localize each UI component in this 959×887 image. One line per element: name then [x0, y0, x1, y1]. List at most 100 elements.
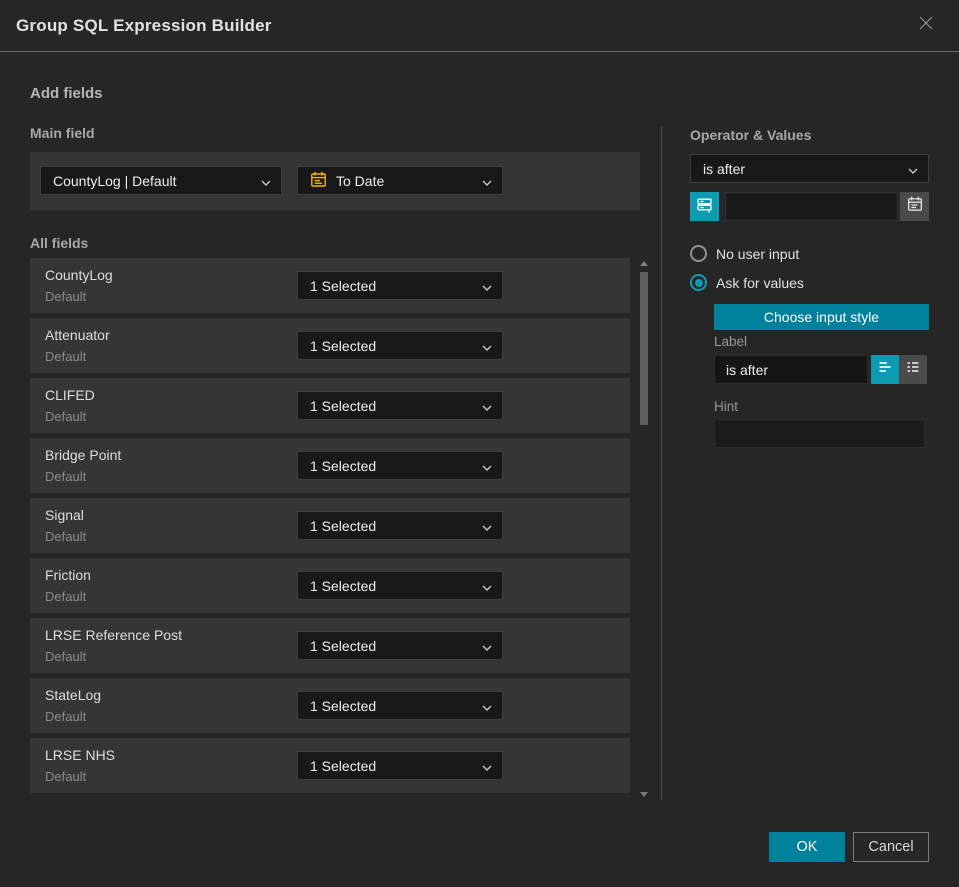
field-selection-value: 1 Selected: [310, 637, 377, 654]
field-selection-select[interactable]: 1 Selected: [297, 571, 503, 600]
radio-ask-for-values[interactable]: Ask for values: [690, 274, 804, 291]
field-selection-value: 1 Selected: [310, 697, 377, 714]
field-subtitle: Default: [45, 529, 87, 544]
main-field-panel: CountyLog | Default To Date: [30, 152, 640, 210]
close-button[interactable]: [913, 13, 939, 39]
cancel-button[interactable]: Cancel: [853, 832, 929, 862]
chevron-down-icon: [482, 698, 492, 714]
scrollbar-up-arrow[interactable]: [640, 261, 648, 266]
field-row: Friction Default 1 Selected: [30, 558, 630, 613]
hint-input[interactable]: [714, 419, 925, 448]
hint-caption: Hint: [714, 399, 739, 414]
field-subtitle: Default: [45, 469, 87, 484]
dialog-header: Group SQL Expression Builder: [0, 0, 959, 52]
chevron-down-icon: [482, 458, 492, 474]
field-type-select[interactable]: To Date: [297, 166, 503, 195]
field-selection-select[interactable]: 1 Selected: [297, 751, 503, 780]
field-subtitle: Default: [45, 649, 87, 664]
field-row: CountyLog Default 1 Selected: [30, 258, 630, 313]
chevron-down-icon: [261, 173, 271, 189]
all-fields-heading: All fields: [30, 235, 89, 251]
field-selection-value: 1 Selected: [310, 397, 377, 414]
field-selection-select[interactable]: 1 Selected: [297, 631, 503, 660]
radio-ask-for-values-label: Ask for values: [716, 274, 804, 291]
vertical-divider: [661, 127, 662, 800]
scrollbar-down-arrow[interactable]: [640, 792, 648, 797]
main-field-select-value: CountyLog | Default: [53, 172, 177, 189]
field-name: CountyLog: [45, 267, 113, 283]
radio-circle-unselected: [690, 245, 707, 262]
field-selection-select[interactable]: 1 Selected: [297, 271, 503, 300]
field-selection-value: 1 Selected: [310, 277, 377, 294]
chevron-down-icon: [482, 398, 492, 414]
field-name: Attenuator: [45, 327, 110, 343]
scrollbar-thumb[interactable]: [640, 272, 648, 425]
field-row: LRSE NHS Default 1 Selected: [30, 738, 630, 793]
choose-input-style-button[interactable]: Choose input style: [714, 304, 929, 330]
field-selection-value: 1 Selected: [310, 457, 377, 474]
list-scrollbar: [639, 258, 649, 800]
main-field-select[interactable]: CountyLog | Default: [40, 166, 282, 195]
list-icon: [905, 359, 921, 380]
field-row: Signal Default 1 Selected: [30, 498, 630, 553]
radio-no-user-input-label: No user input: [716, 245, 800, 262]
close-icon: [917, 14, 935, 37]
field-name: CLIFED: [45, 387, 95, 403]
all-fields-list: CountyLog Default 1 Selected Attenuator …: [30, 258, 630, 798]
value-input-row: [690, 192, 929, 221]
calendar-gold-icon: [310, 171, 327, 191]
chevron-down-icon: [482, 758, 492, 774]
operator-select[interactable]: is after: [690, 154, 929, 183]
align-left-icon: [877, 359, 893, 380]
field-selection-select[interactable]: 1 Selected: [297, 391, 503, 420]
list-style-button[interactable]: [899, 355, 927, 384]
field-selection-value: 1 Selected: [310, 517, 377, 534]
field-selection-select[interactable]: 1 Selected: [297, 691, 503, 720]
main-field-heading: Main field: [30, 125, 95, 141]
field-selection-select[interactable]: 1 Selected: [297, 331, 503, 360]
field-selection-value: 1 Selected: [310, 577, 377, 594]
field-row: Attenuator Default 1 Selected: [30, 318, 630, 373]
chevron-down-icon: [482, 278, 492, 294]
field-name: LRSE NHS: [45, 747, 116, 763]
chevron-down-icon: [908, 161, 918, 177]
field-row: CLIFED Default 1 Selected: [30, 378, 630, 433]
field-row: StateLog Default 1 Selected: [30, 678, 630, 733]
radio-circle-selected: [690, 274, 707, 291]
radio-no-user-input[interactable]: No user input: [690, 245, 799, 262]
operator-select-value: is after: [703, 160, 746, 177]
ok-button[interactable]: OK: [769, 832, 845, 862]
field-name: Friction: [45, 567, 91, 583]
field-name: LRSE Reference Post: [45, 627, 182, 643]
value-date-input[interactable]: [725, 192, 898, 221]
calendar-icon: [907, 196, 923, 217]
chevron-down-icon: [482, 173, 492, 189]
value-source-toggle-button[interactable]: [690, 192, 719, 221]
field-subtitle: Default: [45, 589, 87, 604]
field-name: Bridge Point: [45, 447, 122, 463]
field-subtitle: Default: [45, 769, 87, 784]
field-selection-value: 1 Selected: [310, 757, 377, 774]
add-fields-heading: Add fields: [30, 85, 103, 102]
chevron-down-icon: [482, 578, 492, 594]
field-type-select-value: To Date: [336, 172, 385, 189]
field-subtitle: Default: [45, 289, 87, 304]
field-selection-select[interactable]: 1 Selected: [297, 511, 503, 540]
operator-values-heading: Operator & Values: [690, 127, 812, 143]
field-subtitle: Default: [45, 349, 87, 364]
stacked-values-icon: [696, 196, 713, 218]
chevron-down-icon: [482, 518, 492, 534]
chevron-down-icon: [482, 638, 492, 654]
label-caption: Label: [714, 334, 748, 349]
field-subtitle: Default: [45, 709, 87, 724]
date-picker-button[interactable]: [900, 192, 929, 221]
single-line-style-button[interactable]: [871, 355, 899, 384]
field-selection-select[interactable]: 1 Selected: [297, 451, 503, 480]
field-name: StateLog: [45, 687, 102, 703]
label-input[interactable]: [714, 355, 868, 384]
dialog-title: Group SQL Expression Builder: [16, 15, 272, 35]
field-row: Bridge Point Default 1 Selected: [30, 438, 630, 493]
field-selection-value: 1 Selected: [310, 337, 377, 354]
label-input-row: [714, 355, 927, 384]
field-subtitle: Default: [45, 409, 87, 424]
